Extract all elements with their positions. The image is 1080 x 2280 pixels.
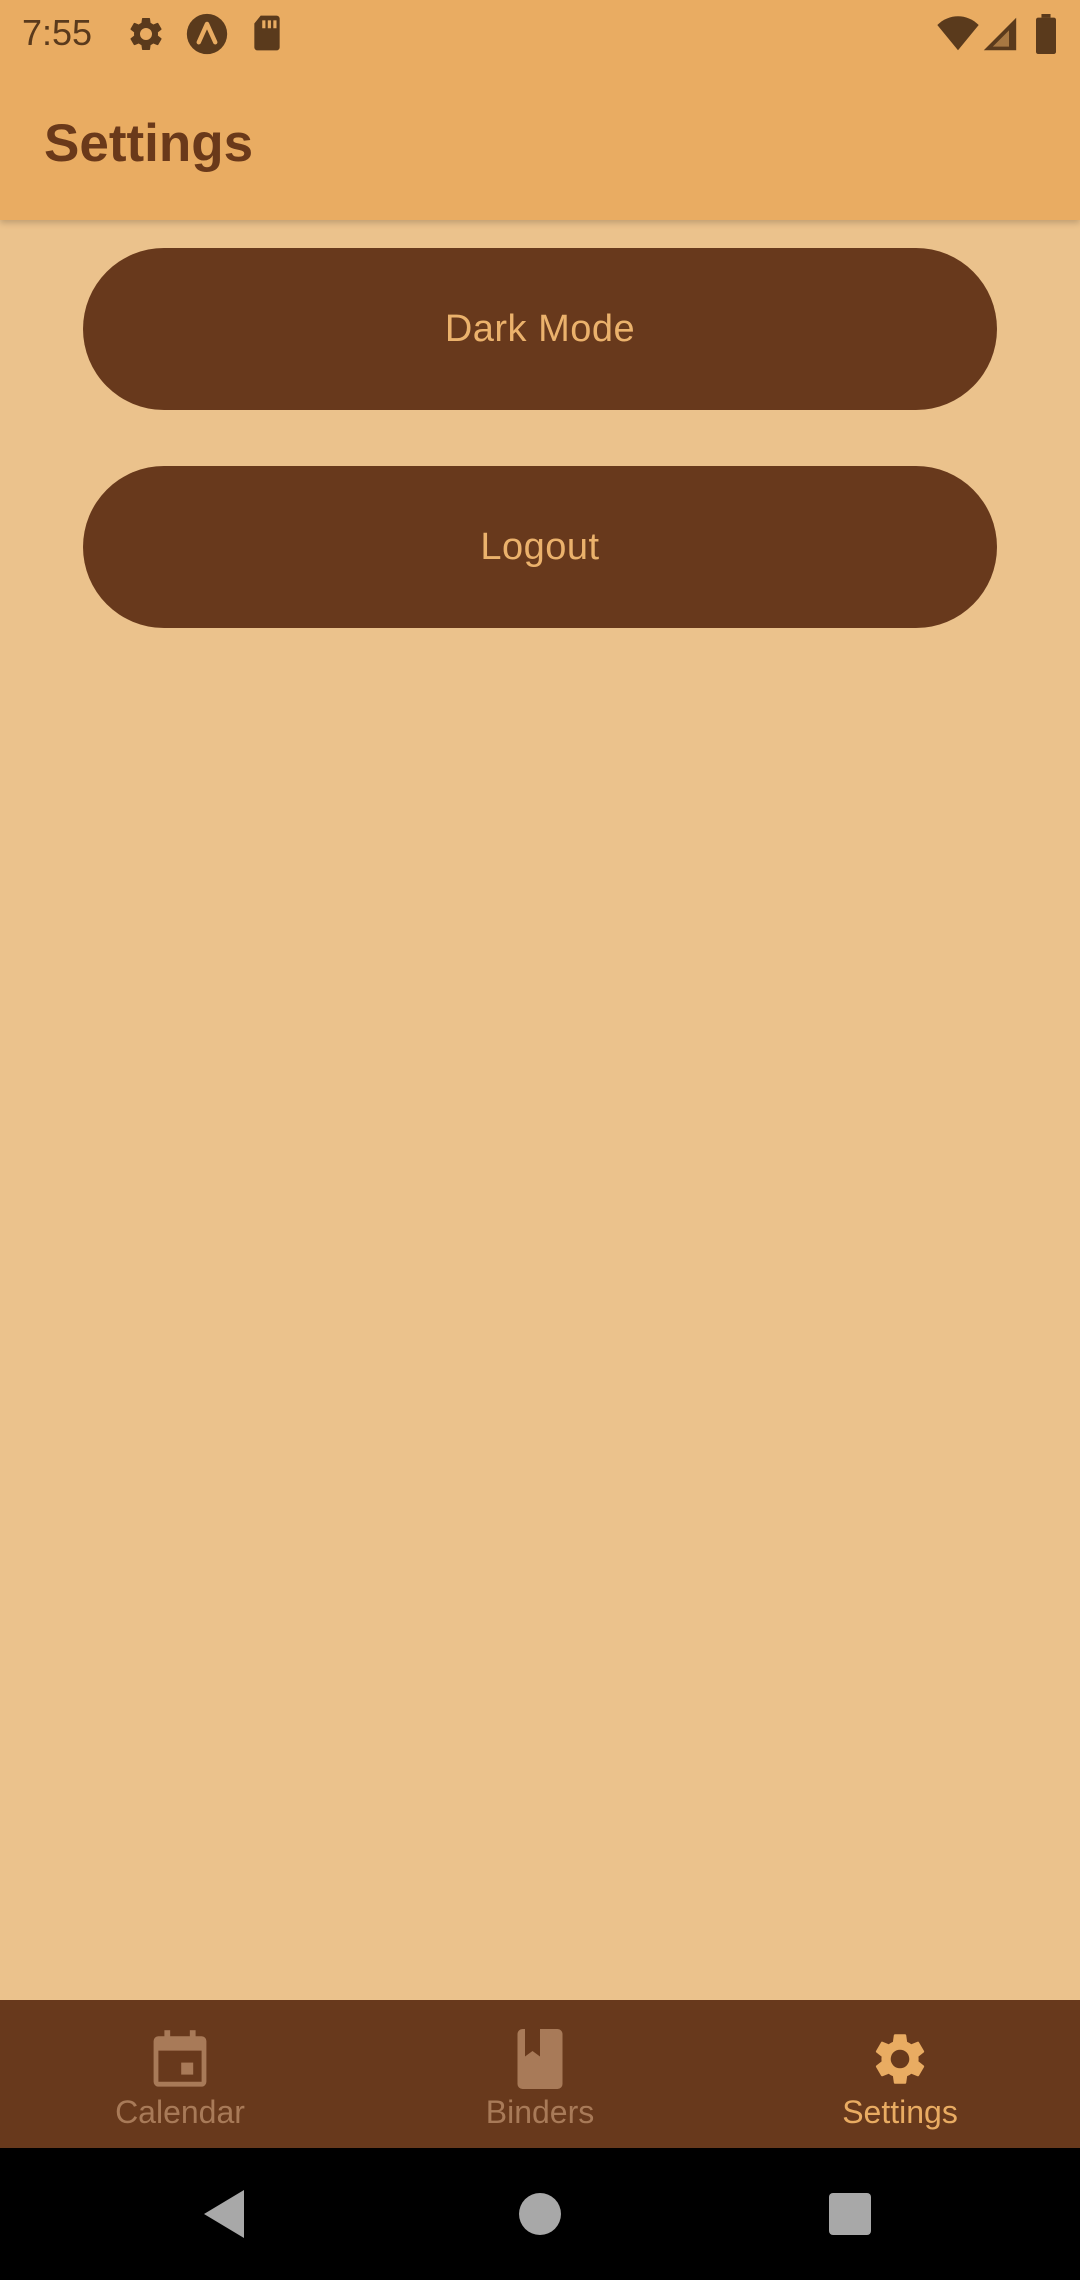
page-title: Settings: [44, 114, 254, 173]
bottom-nav: Calendar Binders Settings: [0, 2000, 1080, 2148]
status-time: 7:55: [22, 12, 93, 53]
settings-content: Dark Mode Logout: [0, 220, 1080, 2000]
nav-item-binders[interactable]: Binders: [360, 2000, 720, 2148]
nav-label-settings: Settings: [842, 2094, 958, 2130]
sd-card-icon: [250, 14, 284, 52]
header: 7:55 Settings: [0, 0, 1080, 220]
gear-icon: [869, 2028, 931, 2090]
recents-icon[interactable]: [829, 2193, 871, 2240]
wifi-icon: [936, 16, 980, 52]
nav-item-calendar[interactable]: Calendar: [0, 2000, 360, 2148]
system-nav-bar: [0, 2148, 1080, 2280]
nav-label-binders: Binders: [485, 2094, 595, 2130]
nav-label-calendar: Calendar: [115, 2094, 245, 2130]
status-bar: 7:55: [0, 0, 1080, 66]
signal-icon: [982, 16, 1018, 52]
battery-icon: [1034, 14, 1058, 54]
nav-item-settings[interactable]: Settings: [720, 2000, 1080, 2148]
home-icon[interactable]: [518, 2192, 562, 2241]
back-icon[interactable]: [204, 2190, 246, 2243]
logout-button[interactable]: Logout: [83, 466, 997, 628]
gear-icon: [126, 14, 166, 54]
dark-mode-button[interactable]: Dark Mode: [83, 248, 997, 410]
book-icon: [515, 2028, 565, 2090]
calendar-icon: [151, 2028, 209, 2090]
a-circle-icon: [185, 12, 229, 56]
